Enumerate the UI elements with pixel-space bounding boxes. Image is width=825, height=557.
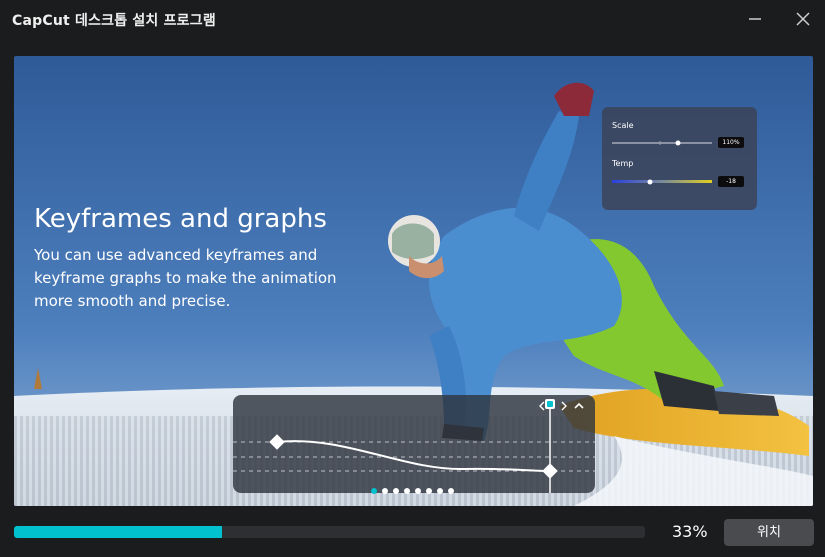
temp-value: -18 [718, 176, 744, 187]
scale-slider [612, 140, 712, 146]
carousel-dot-active[interactable] [371, 488, 377, 494]
temp-label: Temp [612, 159, 634, 168]
location-button[interactable]: 위치 [724, 519, 814, 546]
carousel-dot[interactable] [393, 488, 399, 494]
carousel-dot[interactable] [426, 488, 432, 494]
carousel-dot[interactable] [415, 488, 421, 494]
prev-keyframe-icon[interactable] [537, 400, 547, 412]
progress-percent: 33% [672, 522, 708, 541]
scale-label: Scale [612, 121, 634, 130]
parameter-panel: Scale 110% Temp -18 [602, 107, 757, 210]
slide-description: You can use advanced keyframes and keyfr… [34, 246, 337, 310]
carousel-dot[interactable] [448, 488, 454, 494]
install-progress-bar [14, 526, 645, 538]
minimize-button[interactable] [740, 6, 770, 32]
carousel-dot[interactable] [437, 488, 443, 494]
keyframe-graph [233, 395, 595, 493]
close-icon [796, 12, 810, 26]
close-button[interactable] [788, 6, 818, 32]
carousel-dot[interactable] [404, 488, 410, 494]
collapse-graph-icon[interactable] [573, 400, 585, 412]
scale-value: 110% [718, 137, 744, 148]
temp-slider [612, 179, 712, 185]
window-title: CapCut 데스크톱 설치 프로그램 [12, 13, 216, 29]
feature-slide: Keyframes and graphs You can use advance… [14, 56, 813, 506]
minimize-icon [749, 18, 761, 20]
carousel-indicator [371, 488, 461, 496]
title-bar: CapCut 데스크톱 설치 프로그램 [0, 0, 825, 40]
install-progress-fill [14, 526, 223, 538]
carousel-dot[interactable] [382, 488, 388, 494]
next-keyframe-icon[interactable] [559, 400, 569, 412]
slide-headline: Keyframes and graphs [34, 204, 327, 234]
